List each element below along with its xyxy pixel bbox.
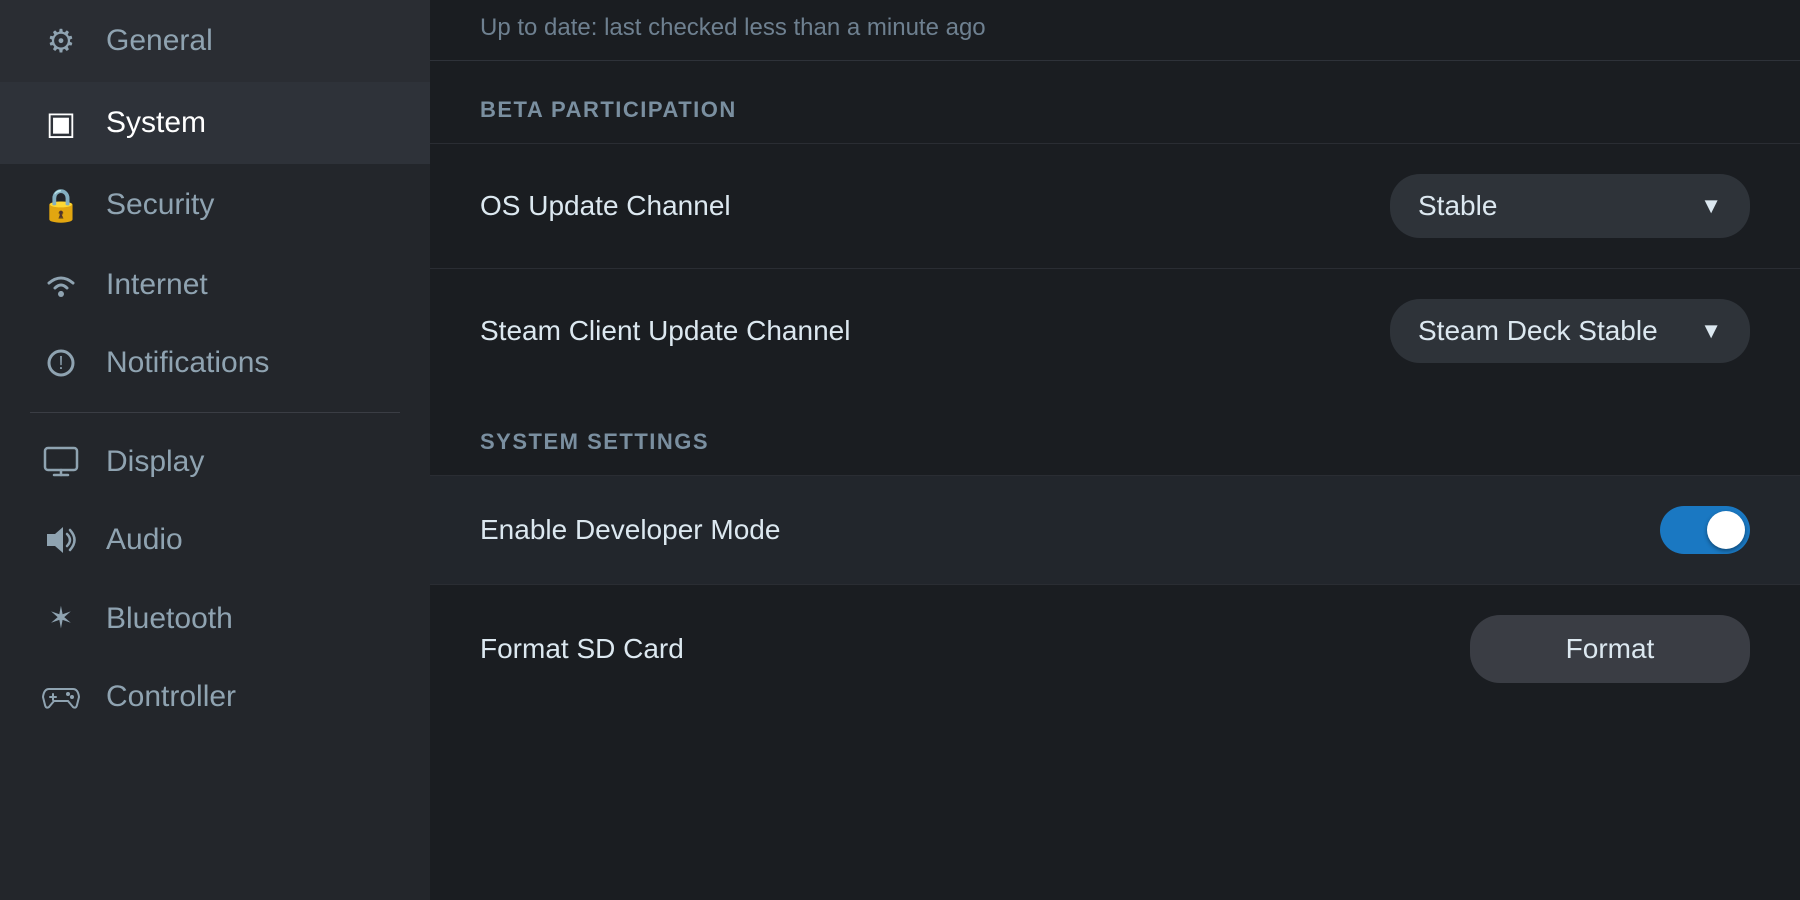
audio-icon [40,524,82,556]
format-button[interactable]: Format [1470,615,1750,683]
sidebar-item-label: System [106,106,206,140]
os-update-channel-value: Stable [1418,190,1497,222]
sidebar-item-bluetooth[interactable]: ✶ Bluetooth [0,579,430,658]
os-update-channel-label: OS Update Channel [480,190,731,222]
gear-icon: ⚙ [40,22,82,60]
sidebar-item-internet[interactable]: Internet [0,246,430,324]
sidebar-item-label: General [106,24,213,58]
format-sd-card-row: Format SD Card Format [430,584,1800,713]
sidebar-item-controller[interactable]: Controller [0,658,430,736]
sidebar: ⚙ General ▣ System 🔒 Security Internet !… [0,0,430,900]
bluetooth-icon: ✶ [40,601,82,636]
wifi-icon [40,271,82,299]
main-content: Up to date: last checked less than a min… [430,0,1800,900]
steam-client-update-row: Steam Client Update Channel Steam Deck S… [430,268,1800,393]
sidebar-item-security[interactable]: 🔒 Security [0,164,430,246]
system-settings-header: SYSTEM SETTINGS [430,393,1800,475]
chevron-down-icon: ▼ [1700,193,1722,219]
controller-icon [40,683,82,711]
os-update-channel-row: OS Update Channel Stable ▼ [430,143,1800,268]
sidebar-item-label: Internet [106,268,208,302]
system-icon: ▣ [40,104,82,142]
format-sd-card-label: Format SD Card [480,633,684,665]
sidebar-item-display[interactable]: Display [0,423,430,501]
sidebar-divider [30,412,400,413]
sidebar-item-label: Display [106,445,204,479]
developer-mode-label: Enable Developer Mode [480,514,780,546]
sidebar-item-label: Notifications [106,346,269,380]
sidebar-item-label: Audio [106,523,183,557]
sidebar-item-label: Security [106,188,214,222]
lock-icon: 🔒 [40,186,82,224]
svg-text:!: ! [58,353,63,373]
steam-client-update-label: Steam Client Update Channel [480,315,850,347]
chevron-down-icon: ▼ [1700,318,1722,344]
sidebar-item-audio[interactable]: Audio [0,501,430,579]
sidebar-item-system[interactable]: ▣ System [0,82,430,164]
sidebar-item-notifications[interactable]: ! Notifications [0,324,430,402]
developer-mode-toggle[interactable] [1660,506,1750,554]
sidebar-item-label: Bluetooth [106,602,233,636]
sidebar-item-general[interactable]: ⚙ General [0,0,430,82]
developer-mode-row: Enable Developer Mode [430,475,1800,584]
top-status: Up to date: last checked less than a min… [430,0,1800,61]
monitor-icon [40,446,82,478]
bell-icon: ! [40,346,82,380]
beta-section-header: BETA PARTICIPATION [430,61,1800,143]
os-update-channel-dropdown[interactable]: Stable ▼ [1390,174,1750,238]
steam-client-update-value: Steam Deck Stable [1418,315,1658,347]
toggle-track [1660,506,1750,554]
sidebar-item-label: Controller [106,680,236,714]
toggle-thumb [1707,511,1745,549]
steam-client-update-dropdown[interactable]: Steam Deck Stable ▼ [1390,299,1750,363]
status-text: Up to date: last checked less than a min… [480,14,986,41]
